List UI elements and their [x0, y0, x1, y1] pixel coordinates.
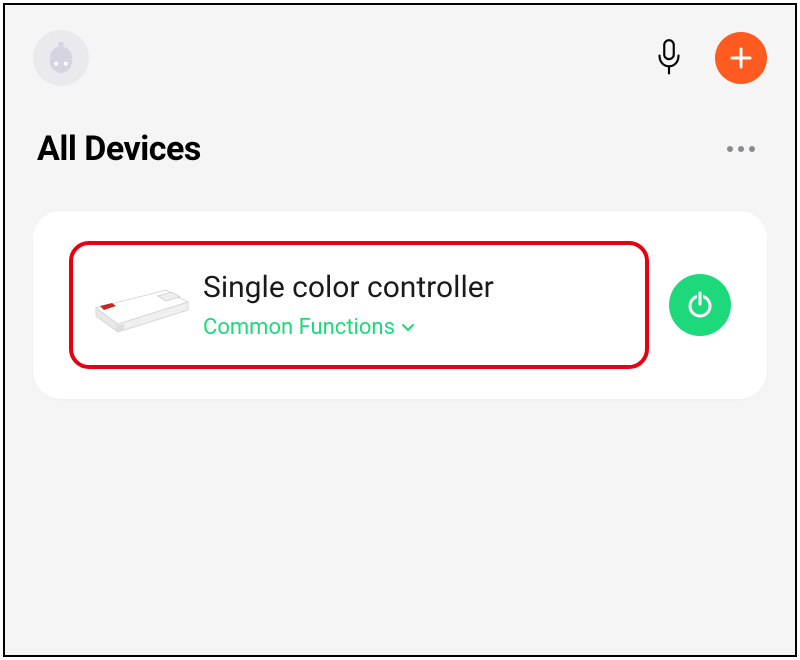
- voice-button[interactable]: [647, 36, 691, 80]
- microphone-icon: [654, 39, 684, 77]
- power-icon: [685, 290, 715, 320]
- more-horizontal-icon: [726, 145, 756, 153]
- assistant-avatar[interactable]: [33, 30, 89, 86]
- device-thumbnail: [85, 265, 195, 345]
- section-title: All Devices: [37, 129, 201, 169]
- common-functions-toggle[interactable]: Common Functions: [203, 315, 494, 340]
- device-card: Single color controller Common Functions: [33, 211, 767, 399]
- device-info: Single color controller Common Functions: [203, 270, 494, 340]
- chevron-down-icon: [401, 323, 415, 333]
- plus-icon: [729, 46, 753, 70]
- section-header: All Devices: [33, 127, 767, 171]
- device-item[interactable]: Single color controller Common Functions: [69, 241, 649, 369]
- controller-device-icon: [85, 270, 195, 340]
- add-device-button[interactable]: [715, 32, 767, 84]
- more-options-button[interactable]: [719, 127, 763, 171]
- top-bar: [33, 23, 767, 93]
- power-toggle-button[interactable]: [669, 274, 731, 336]
- device-name: Single color controller: [203, 270, 494, 305]
- common-functions-label: Common Functions: [203, 315, 395, 340]
- robot-avatar-icon: [42, 39, 80, 77]
